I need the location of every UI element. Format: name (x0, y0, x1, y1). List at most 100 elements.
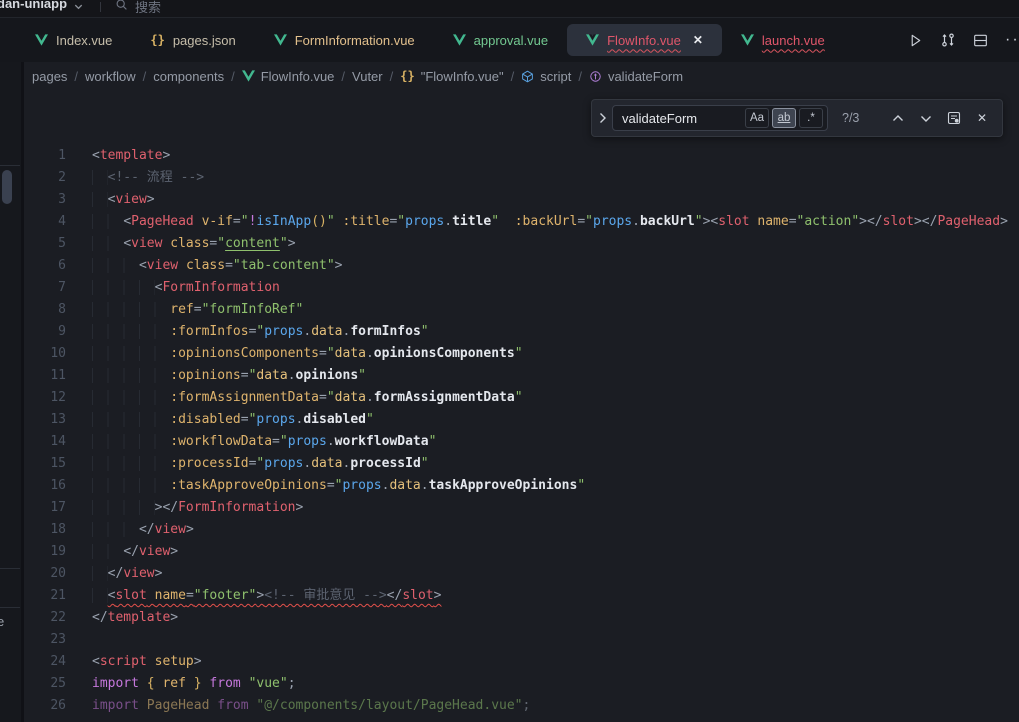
line-content[interactable] (66, 629, 92, 651)
project-name[interactable]: dan-uniapp (0, 0, 67, 11)
collapsed-sidebar-edge[interactable]: e (0, 62, 24, 722)
line-content[interactable]: import PageHead from "@/components/layou… (66, 695, 530, 717)
tab-label: approval.vue (474, 33, 548, 48)
line-number: 19 (24, 541, 66, 563)
line-content[interactable]: <PageHead v-if="!isInApp()" :title="prop… (66, 211, 1008, 233)
close-find-button[interactable]: ✕ (972, 108, 992, 128)
line-number: 1 (24, 145, 66, 167)
line-content[interactable]: <FormInformation (66, 277, 280, 299)
next-match-button[interactable] (916, 108, 936, 128)
breadcrumb-item-Vuter[interactable]: Vuter (352, 69, 383, 84)
breadcrumb-item-pages[interactable]: pages (32, 69, 67, 84)
code-line-8: 8 ref="formInfoRef" (24, 299, 1019, 321)
breadcrumb-label: Vuter (352, 69, 383, 84)
line-content[interactable]: :opinionsComponents="data.opinionsCompon… (66, 343, 523, 365)
tab-label: FlowInfo.vue (607, 33, 681, 48)
line-content[interactable]: <view class="tab-content"> (66, 255, 342, 277)
code-line-6: 6 <view class="tab-content"> (24, 255, 1019, 277)
tab-label: launch.vue (762, 33, 825, 48)
line-content[interactable]: <slot name="footer"><!-- 审批意见 --></slot> (66, 585, 441, 607)
breadcrumb-item-components[interactable]: components (153, 69, 224, 84)
line-content[interactable]: :workflowData="props.workflowData" (66, 431, 436, 453)
line-content[interactable]: <script setup> (66, 651, 202, 673)
toggle-replace-button[interactable] (592, 100, 612, 136)
line-content[interactable]: <template> (66, 145, 170, 167)
line-content[interactable]: import { ref } from "vue"; (66, 673, 296, 695)
code-line-15: 15 :processId="props.data.processId" (24, 453, 1019, 475)
line-content[interactable]: <!-- 流程 --> (66, 167, 204, 189)
split-editor-button[interactable] (973, 33, 988, 48)
code-editor[interactable]: validateForm Aa ab .* ?/3 ✕ (24, 90, 1019, 722)
code-line-17: 17 ></FormInformation> (24, 497, 1019, 519)
line-content[interactable]: </view> (66, 519, 194, 541)
line-content[interactable]: :taskApproveOpinions="props.data.taskApp… (66, 475, 585, 497)
global-search-box[interactable]: 搜索 (115, 0, 161, 16)
sidebar-divider (0, 568, 20, 569)
line-number: 3 (24, 189, 66, 211)
line-content[interactable]: </view> (66, 541, 178, 563)
line-content[interactable]: </view> (66, 563, 162, 585)
line-content[interactable]: :formInfos="props.data.formInfos" (66, 321, 429, 343)
line-number: 16 (24, 475, 66, 497)
line-content[interactable]: </template> (66, 607, 178, 629)
code-line-5: 5 <view class="content"> (24, 233, 1019, 255)
tab-launch.vue[interactable]: launch.vue (722, 24, 844, 56)
breadcrumb-item-workflow[interactable]: workflow (85, 69, 136, 84)
breadcrumb-item-FlowInfo.vue[interactable]: {}"FlowInfo.vue" (400, 69, 503, 84)
line-number: 11 (24, 365, 66, 387)
line-content[interactable]: <view> (66, 189, 155, 211)
more-actions-button[interactable]: ··· (1005, 31, 1019, 49)
line-number: 17 (24, 497, 66, 519)
line-number: 25 (24, 673, 66, 695)
line-number: 6 (24, 255, 66, 277)
line-number: 8 (24, 299, 66, 321)
line-content[interactable]: ref="formInfoRef" (66, 299, 303, 321)
open-changes-button[interactable] (940, 32, 956, 48)
breadcrumb-item-script[interactable]: script (521, 69, 571, 84)
vue-icon (586, 34, 599, 46)
code-line-19: 19 </view> (24, 541, 1019, 563)
breadcrumb-item-FlowInfo.vue[interactable]: FlowInfo.vue (242, 69, 335, 84)
line-content[interactable]: :formAssignmentData="data.formAssignment… (66, 387, 523, 409)
code-line-10: 10 :opinionsComponents="data.opinionsCom… (24, 343, 1019, 365)
tab-Index.vue[interactable]: Index.vue (16, 24, 131, 56)
previous-match-button[interactable] (888, 108, 908, 128)
line-content[interactable]: :disabled="props.disabled" (66, 409, 374, 431)
module-icon (521, 70, 534, 83)
breadcrumb-item-validateForm[interactable]: validateForm (589, 69, 683, 84)
code-line-4: 4 <PageHead v-if="!isInApp()" :title="pr… (24, 211, 1019, 233)
whole-word-button[interactable]: ab (772, 108, 796, 128)
breadcrumb-label: components (153, 69, 224, 84)
close-tab-button[interactable]: ✕ (693, 33, 703, 47)
code-content: 1<template>2 <!-- 流程 -->3 <view>4 <PageH… (24, 90, 1019, 717)
code-line-3: 3 <view> (24, 189, 1019, 211)
line-content[interactable]: :opinions="data.opinions" (66, 365, 366, 387)
titlebar: dan-uniapp 搜索 (0, 0, 1019, 18)
run-button[interactable] (908, 33, 923, 48)
line-content[interactable]: ></FormInformation> (66, 497, 303, 519)
tab-label: Index.vue (56, 33, 112, 48)
line-number: 20 (24, 563, 66, 585)
chevron-up-icon (892, 114, 904, 123)
tab-strip: Index.vue {}pages.jsonFormInformation.vue… (0, 18, 1019, 62)
code-line-25: 25import { ref } from "vue"; (24, 673, 1019, 695)
breadcrumb: pages/workflow/components/FlowInfo.vue/V… (24, 62, 1019, 90)
chevron-down-icon[interactable] (73, 0, 84, 17)
find-input[interactable]: validateForm Aa ab .* (612, 105, 828, 131)
tab-FormInformation.vue[interactable]: FormInformation.vue (255, 24, 434, 56)
tab-FlowInfo.vue[interactable]: FlowInfo.vue ✕ (567, 24, 722, 56)
line-number: 4 (24, 211, 66, 233)
global-search-placeholder: 搜索 (135, 0, 161, 16)
tab-pages.json[interactable]: {}pages.json (131, 24, 254, 56)
regex-button[interactable]: .* (799, 108, 823, 128)
line-number: 5 (24, 233, 66, 255)
find-in-selection-button[interactable] (944, 108, 964, 128)
match-count: ?/3 (842, 111, 876, 125)
line-content[interactable]: <view class="content"> (66, 233, 296, 255)
tab-approval.vue[interactable]: approval.vue (434, 24, 567, 56)
sidebar-drag-handle[interactable] (2, 170, 12, 204)
match-case-button[interactable]: Aa (745, 108, 769, 128)
line-content[interactable]: :processId="props.data.processId" (66, 453, 429, 475)
method-icon (589, 70, 602, 83)
chevron-right-icon (598, 112, 607, 124)
